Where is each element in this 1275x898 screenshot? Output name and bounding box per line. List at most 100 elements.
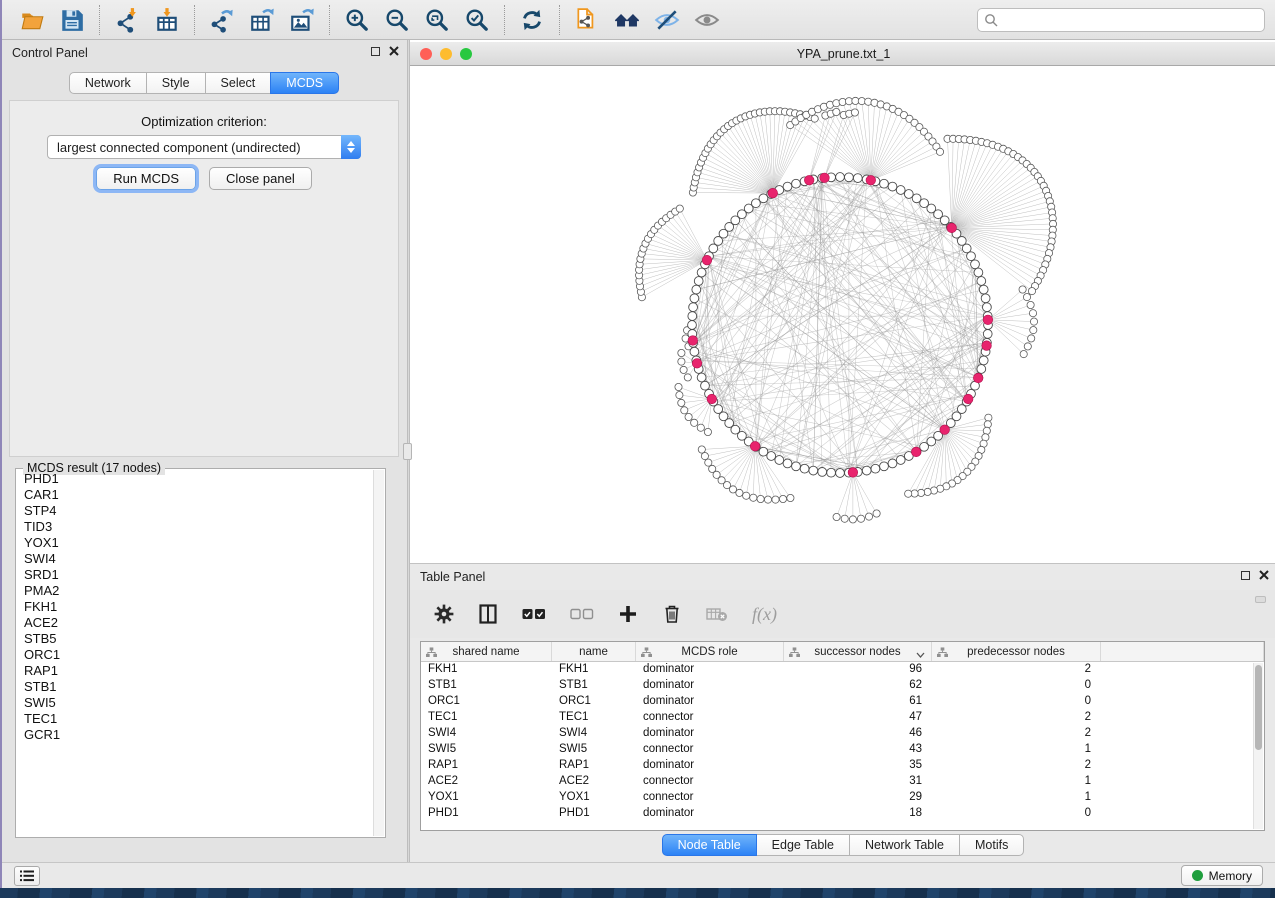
mcds-result-item[interactable]: STP4 bbox=[18, 503, 372, 519]
tab-style[interactable]: Style bbox=[146, 72, 206, 94]
refresh-button[interactable] bbox=[512, 3, 552, 37]
column-header-predecessor-nodes[interactable]: predecessor nodes bbox=[932, 642, 1101, 661]
table-row[interactable]: SWI5SWI5connector431 bbox=[421, 742, 1264, 758]
close-panel-icon[interactable] bbox=[1259, 570, 1269, 580]
save-button[interactable] bbox=[52, 3, 92, 37]
tab-motifs[interactable]: Motifs bbox=[959, 834, 1024, 856]
table-row[interactable]: ACE2ACE2connector311 bbox=[421, 774, 1264, 790]
status-bar: Memory bbox=[2, 862, 1275, 888]
table-row[interactable]: STB1STB1dominator620 bbox=[421, 678, 1264, 694]
cell-successor-nodes: 62 bbox=[784, 678, 932, 694]
mcds-result-item[interactable]: TID3 bbox=[18, 519, 372, 535]
table-row[interactable]: ORC1ORC1dominator610 bbox=[421, 694, 1264, 710]
mcds-result-item[interactable]: FKH1 bbox=[18, 599, 372, 615]
cell-name: PHD1 bbox=[552, 806, 636, 822]
zoom-fit-icon bbox=[424, 7, 450, 33]
table-row[interactable]: YOX1YOX1connector291 bbox=[421, 790, 1264, 806]
mcds-result-item[interactable]: STB1 bbox=[18, 679, 372, 695]
add-column-button[interactable] bbox=[618, 604, 638, 624]
checked-boxes-icon bbox=[522, 608, 546, 620]
memory-button[interactable]: Memory bbox=[1181, 865, 1263, 886]
zoom-in-button[interactable] bbox=[337, 3, 377, 37]
import-table-button[interactable] bbox=[147, 3, 187, 37]
close-panel-icon[interactable] bbox=[389, 46, 399, 56]
horizontal-splitter-handle[interactable] bbox=[1255, 596, 1266, 603]
select-all-button[interactable] bbox=[522, 608, 546, 620]
mcds-result-item[interactable]: CAR1 bbox=[18, 487, 372, 503]
control-panel-tabs: NetworkStyleSelectMCDS bbox=[2, 72, 407, 94]
mcds-result-item[interactable]: SWI5 bbox=[18, 695, 372, 711]
open-folder-button[interactable] bbox=[12, 3, 52, 37]
mcds-result-item[interactable]: ACE2 bbox=[18, 615, 372, 631]
mcds-result-item[interactable]: SRD1 bbox=[18, 567, 372, 583]
export-network-button[interactable] bbox=[202, 3, 242, 37]
table-scrollbar-thumb[interactable] bbox=[1255, 665, 1262, 750]
tab-select[interactable]: Select bbox=[205, 72, 272, 94]
cell-successor-nodes: 35 bbox=[784, 758, 932, 774]
tab-mcds[interactable]: MCDS bbox=[270, 72, 339, 94]
table-row[interactable]: SWI4SWI4dominator462 bbox=[421, 726, 1264, 742]
mcds-result-item[interactable]: ORC1 bbox=[18, 647, 372, 663]
delete-table-button[interactable] bbox=[706, 606, 728, 622]
mcds-list-scrollbar[interactable] bbox=[373, 470, 384, 836]
run-mcds-button[interactable]: Run MCDS bbox=[96, 167, 196, 190]
network-titlebar: YPA_prune.txt_1 bbox=[410, 42, 1275, 66]
homes-button[interactable] bbox=[607, 3, 647, 37]
task-history-button[interactable] bbox=[14, 866, 40, 886]
control-panel-header: Control Panel bbox=[2, 40, 407, 66]
column-header-name[interactable]: name bbox=[552, 642, 636, 661]
export-image-button[interactable] bbox=[282, 3, 322, 37]
cell-predecessor-nodes: 0 bbox=[932, 678, 1101, 694]
eye-slash-button[interactable] bbox=[647, 3, 687, 37]
float-panel-icon[interactable] bbox=[371, 47, 380, 56]
tab-edge-table[interactable]: Edge Table bbox=[756, 834, 850, 856]
table-panel: Table Panel bbox=[410, 563, 1275, 862]
mcds-result-item[interactable]: RAP1 bbox=[18, 663, 372, 679]
tab-node-table[interactable]: Node Table bbox=[662, 834, 757, 856]
column-header-shared-name[interactable]: shared name bbox=[421, 642, 552, 661]
table-scrollbar[interactable] bbox=[1253, 663, 1263, 829]
vertical-splitter-handle[interactable] bbox=[403, 443, 412, 460]
zoom-selected-button[interactable] bbox=[457, 3, 497, 37]
cell-MCDS-role: dominator bbox=[636, 678, 784, 694]
zoom-fit-button[interactable] bbox=[417, 3, 457, 37]
function-builder-button[interactable]: f(x) bbox=[752, 604, 777, 625]
close-panel-button[interactable]: Close panel bbox=[209, 167, 312, 190]
zoom-out-button[interactable] bbox=[377, 3, 417, 37]
mcds-result-item[interactable]: SWI4 bbox=[18, 551, 372, 567]
mcds-result-item[interactable]: GCR1 bbox=[18, 727, 372, 743]
column-header-MCDS-role[interactable]: MCDS role bbox=[636, 642, 784, 661]
trash-icon bbox=[662, 604, 682, 624]
delete-column-button[interactable] bbox=[662, 604, 682, 624]
export-table-button[interactable] bbox=[242, 3, 282, 37]
zoom-in-icon bbox=[344, 7, 370, 33]
network-canvas[interactable] bbox=[410, 66, 1275, 563]
table-row[interactable]: TEC1TEC1connector472 bbox=[421, 710, 1264, 726]
import-network-button[interactable] bbox=[107, 3, 147, 37]
cell-MCDS-role: connector bbox=[636, 790, 784, 806]
criterion-dropdown[interactable]: largest connected component (undirected) bbox=[47, 135, 361, 159]
copy-network-button[interactable] bbox=[567, 3, 607, 37]
export-network-icon bbox=[209, 7, 235, 33]
cell-name: ACE2 bbox=[552, 774, 636, 790]
column-view-button[interactable] bbox=[478, 604, 498, 624]
table-settings-button[interactable] bbox=[434, 604, 454, 624]
mcds-result-item[interactable]: STB5 bbox=[18, 631, 372, 647]
tab-network-table[interactable]: Network Table bbox=[849, 834, 960, 856]
mcds-result-item[interactable]: PHD1 bbox=[18, 471, 372, 487]
column-header-successor-nodes[interactable]: successor nodes bbox=[784, 642, 932, 661]
table-row[interactable]: RAP1RAP1dominator352 bbox=[421, 758, 1264, 774]
search-input[interactable] bbox=[1002, 12, 1258, 28]
float-panel-icon[interactable] bbox=[1241, 571, 1250, 580]
tab-network[interactable]: Network bbox=[69, 72, 147, 94]
deselect-all-button[interactable] bbox=[570, 608, 594, 620]
table-row[interactable]: FKH1FKH1dominator962 bbox=[421, 662, 1264, 678]
cell-name: SWI5 bbox=[552, 742, 636, 758]
mcds-result-item[interactable]: TEC1 bbox=[18, 711, 372, 727]
eye-button[interactable] bbox=[687, 3, 727, 37]
table-row[interactable]: PHD1PHD1dominator180 bbox=[421, 806, 1264, 822]
cell-name: TEC1 bbox=[552, 710, 636, 726]
mcds-result-item[interactable]: YOX1 bbox=[18, 535, 372, 551]
network-graph[interactable] bbox=[410, 66, 1275, 563]
mcds-result-item[interactable]: PMA2 bbox=[18, 583, 372, 599]
